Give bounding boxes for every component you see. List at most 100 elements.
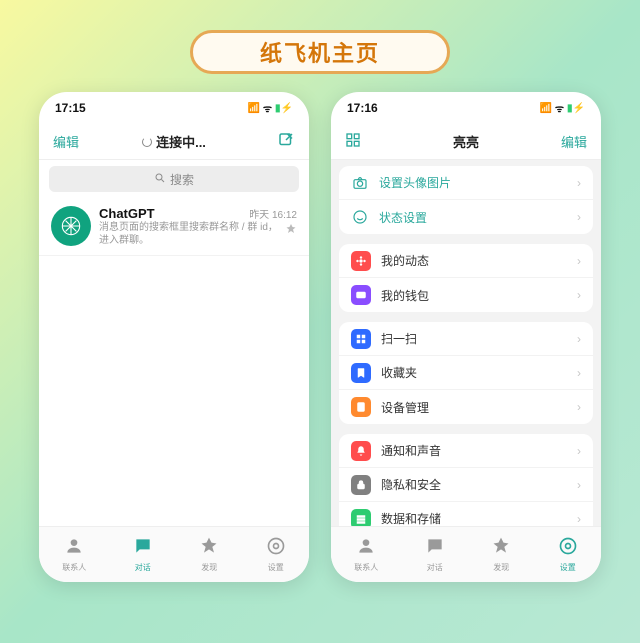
nav-bar: 亮亮 编辑 [331, 124, 601, 160]
tab-chats[interactable]: 对话 [425, 536, 445, 573]
status-icons: 📶 ᯤ ▮⚡ [247, 101, 293, 115]
chevron-right-icon: › [577, 400, 581, 414]
chat-row[interactable]: ChatGPT 昨天 16:12 消息页面的搜索框里搜索群名称 / 群 id，进… [39, 198, 309, 256]
status-icons: 📶 ᯤ ▮⚡ [539, 101, 585, 115]
chevron-right-icon: › [577, 210, 581, 224]
row-label: 隐私和安全 [381, 476, 567, 493]
chat-snippet: 消息页面的搜索框里搜索群名称 / 群 id，进入群聊。 [99, 221, 281, 247]
tab-chats[interactable]: 对话 [133, 536, 153, 573]
settings-row-bell[interactable]: 通知和声音 › [339, 434, 593, 468]
gear-icon [266, 536, 286, 561]
phone-settings: 17:16 📶 ᯤ ▮⚡ 亮亮 编辑 设置头像图片›状态设置›我的动态›我的钱包… [331, 92, 601, 582]
status-bar: 17:16 📶 ᯤ ▮⚡ [331, 92, 601, 124]
row-label: 状态设置 [379, 209, 567, 226]
settings-row-lock[interactable]: 隐私和安全 › [339, 468, 593, 502]
contacts-icon [356, 536, 376, 561]
tab-settings[interactable]: 设置 [558, 536, 578, 573]
chevron-right-icon: › [577, 176, 581, 190]
chat-body: ChatGPT 昨天 16:12 消息页面的搜索框里搜索群名称 / 群 id，进… [99, 206, 297, 247]
row-label: 数据和存储 [381, 510, 567, 526]
row-label: 扫一扫 [381, 330, 567, 347]
tab-bar: 联系人 对话 发现 设置 [39, 526, 309, 582]
signal-icon: 📶 [539, 103, 551, 114]
settings-list[interactable]: 设置头像图片›状态设置›我的动态›我的钱包›扫一扫›收藏夹›设备管理›通知和声音… [331, 160, 601, 526]
search-icon [154, 172, 166, 187]
contacts-icon [64, 536, 84, 561]
smile-icon [351, 208, 369, 226]
settings-row-scan[interactable]: 扫一扫 › [339, 322, 593, 356]
settings-row-smile[interactable]: 状态设置 › [339, 200, 593, 234]
status-time: 17:15 [55, 101, 86, 115]
settings-group: 扫一扫 › 收藏夹 › 设备管理 › [339, 322, 593, 424]
star-icon [199, 536, 219, 561]
chat-time: 昨天 16:12 [249, 206, 297, 221]
settings-row-wallet[interactable]: 我的钱包 › [339, 278, 593, 312]
device-icon [351, 397, 371, 417]
chat-list: ChatGPT 昨天 16:12 消息页面的搜索框里搜索群名称 / 群 id，进… [39, 198, 309, 526]
chevron-right-icon: › [577, 478, 581, 492]
settings-row-data[interactable]: 数据和存储 › [339, 502, 593, 526]
chevron-right-icon: › [577, 254, 581, 268]
banner-title: 纸飞机主页 [260, 36, 380, 68]
chevron-right-icon: › [577, 366, 581, 380]
row-label: 设备管理 [381, 399, 567, 416]
data-icon [351, 509, 371, 527]
settings-row-moments[interactable]: 我的动态 › [339, 244, 593, 278]
search-placeholder: 搜索 [170, 171, 194, 188]
wifi-icon: ᯤ [263, 101, 272, 115]
row-label: 通知和声音 [381, 442, 567, 459]
battery-icon: ▮⚡ [567, 103, 585, 114]
edit-button[interactable]: 编辑 [53, 132, 83, 151]
search-input[interactable]: 搜索 [49, 166, 299, 192]
settings-row-bookmark[interactable]: 收藏夹 › [339, 356, 593, 390]
qr-button[interactable] [345, 132, 375, 151]
chevron-right-icon: › [577, 512, 581, 526]
tab-contacts[interactable]: 联系人 [354, 536, 378, 573]
edit-button[interactable]: 编辑 [557, 132, 587, 151]
chevron-right-icon: › [577, 332, 581, 346]
settings-group: 设置头像图片 › 状态设置 › [339, 166, 593, 234]
camera-icon [351, 174, 369, 192]
moments-icon [351, 251, 371, 271]
row-label: 我的钱包 [381, 287, 567, 304]
chat-avatar [51, 206, 91, 246]
settings-group: 通知和声音›隐私和安全›数据和存储›外观› [339, 434, 593, 526]
chat-icon [133, 536, 153, 561]
settings-row-camera[interactable]: 设置头像图片 › [339, 166, 593, 200]
row-label: 我的动态 [381, 252, 567, 269]
bookmark-icon [351, 363, 371, 383]
compose-button[interactable] [265, 131, 295, 152]
nav-title: 亮亮 [453, 132, 479, 151]
pin-icon [285, 221, 297, 240]
bell-icon [351, 441, 371, 461]
tab-bar: 联系人 对话 发现 设置 [331, 526, 601, 582]
signal-icon: 📶 [247, 103, 259, 114]
openai-icon [58, 213, 84, 239]
chevron-right-icon: › [577, 444, 581, 458]
row-label: 收藏夹 [381, 364, 567, 381]
chat-name: ChatGPT [99, 206, 155, 221]
phone-chats: 17:15 📶 ᯤ ▮⚡ 编辑 连接中... 搜索 [39, 92, 309, 582]
tab-settings[interactable]: 设置 [266, 536, 286, 573]
row-label: 设置头像图片 [379, 174, 567, 191]
nav-title: 连接中... [142, 132, 206, 151]
page-banner: 纸飞机主页 [190, 30, 450, 74]
status-bar: 17:15 📶 ᯤ ▮⚡ [39, 92, 309, 124]
settings-group: 我的动态 › 我的钱包 › [339, 244, 593, 312]
star-icon [491, 536, 511, 561]
battery-icon: ▮⚡ [275, 103, 293, 114]
settings-row-device[interactable]: 设备管理 › [339, 390, 593, 424]
wallet-icon [351, 285, 371, 305]
phone-row: 17:15 📶 ᯤ ▮⚡ 编辑 连接中... 搜索 [0, 92, 640, 582]
nav-bar: 编辑 连接中... [39, 124, 309, 160]
scan-icon [351, 329, 371, 349]
chevron-right-icon: › [577, 288, 581, 302]
chat-icon [425, 536, 445, 561]
status-time: 17:16 [347, 101, 378, 115]
wifi-icon: ᯤ [555, 101, 564, 115]
gear-icon [558, 536, 578, 561]
tab-discover[interactable]: 发现 [491, 536, 511, 573]
lock-icon [351, 475, 371, 495]
tab-contacts[interactable]: 联系人 [62, 536, 86, 573]
tab-discover[interactable]: 发现 [199, 536, 219, 573]
